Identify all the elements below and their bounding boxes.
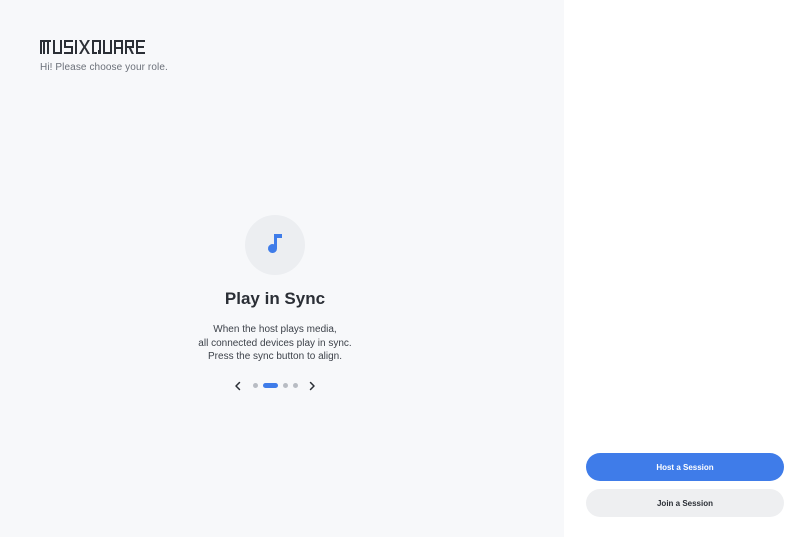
chevron-left-icon[interactable] <box>232 380 244 392</box>
slide-description-line: all connected devices play in sync. <box>198 337 352 349</box>
pager-dot-3[interactable] <box>282 383 288 388</box>
slide-description: When the host plays media, all connected… <box>0 323 550 364</box>
action-panel: Host a Session Join a Session <box>564 0 806 537</box>
brand-logo <box>40 38 170 57</box>
slide-title: Play in Sync <box>224 289 326 308</box>
carousel-pager <box>0 380 550 392</box>
pager-dots <box>250 383 300 388</box>
slide-description-line: When the host plays media, <box>213 324 337 335</box>
slide-description-line: Press the sync button to align. <box>208 351 342 362</box>
intro-panel: Hi! Please choose your role. Play in Syn… <box>0 0 564 537</box>
slide-icon-badge <box>245 215 305 275</box>
pager-dot-1[interactable] <box>252 383 258 388</box>
feature-carousel: Play in Sync When the host plays media, … <box>0 215 550 392</box>
chevron-right-icon[interactable] <box>306 380 318 392</box>
host-session-button[interactable]: Host a Session <box>586 453 784 481</box>
app-root: Hi! Please choose your role. Play in Syn… <box>0 0 806 537</box>
music-note-icon <box>265 232 285 259</box>
pager-dot-4[interactable] <box>292 383 298 388</box>
pager-dot-2-active[interactable] <box>262 383 278 388</box>
role-prompt: Hi! Please choose your role. <box>40 62 168 73</box>
join-session-button[interactable]: Join a Session <box>586 489 784 517</box>
